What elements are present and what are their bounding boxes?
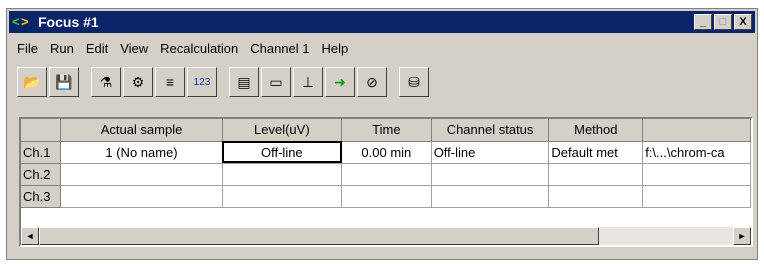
table-cell[interactable]: Off-line [222, 141, 343, 164]
main-window: < > Focus #1 _ □ X File Run Edit View Recalcu… [6, 8, 758, 260]
app-icon[interactable]: < > [12, 14, 34, 30]
row-header[interactable]: Ch.1 [21, 141, 62, 164]
menu-recalculation[interactable]: Recalculation [154, 41, 244, 56]
channel-table: Actual sample Level(uV) Time Channel status… [21, 119, 751, 208]
table-cell[interactable] [642, 163, 751, 186]
column-header[interactable]: Channel status [431, 119, 550, 142]
table-cell[interactable] [222, 163, 343, 186]
column-header[interactable] [642, 119, 751, 142]
maximize-button[interactable]: □ [714, 14, 732, 30]
table-cell[interactable] [431, 163, 550, 186]
toolbar: 📂 💾 ⚗ ⚙ ≡ 123 ▤ ▭ ⊥ ➜ ⊘ ⛁ [17, 65, 429, 99]
scroll-left-button[interactable]: ◄ [21, 227, 39, 245]
calibration-icon[interactable]: ⚙ [123, 67, 153, 97]
table-row[interactable]: Ch.1 1 (No name) Off-line 0.00 min Off-line D… [21, 141, 751, 164]
table-cell[interactable] [222, 185, 343, 208]
scroll-thumb[interactable] [39, 227, 599, 245]
table-cell[interactable]: 1 (No name) [60, 141, 223, 164]
table-row[interactable]: Ch.3 [21, 185, 751, 208]
run-arrow-icon[interactable]: ➜ [325, 67, 355, 97]
column-header[interactable]: Method [548, 119, 644, 142]
open-icon[interactable]: 📂 [17, 67, 47, 97]
table-cell[interactable] [341, 185, 432, 208]
column-header[interactable]: Time [341, 119, 432, 142]
table-icon[interactable]: 123 [187, 67, 217, 97]
menu-view[interactable]: View [114, 41, 154, 56]
table-cell[interactable]: 0.00 min [341, 141, 432, 164]
table-cell[interactable]: Default met [548, 141, 644, 164]
table-cell[interactable] [642, 185, 751, 208]
table-cell[interactable] [548, 163, 644, 186]
scroll-right-button[interactable]: ► [733, 227, 751, 245]
horizontal-scrollbar[interactable]: ◄ ► [21, 227, 751, 245]
row-header[interactable]: Ch.2 [21, 163, 62, 186]
menu-file[interactable]: File [11, 41, 44, 56]
menu-edit[interactable]: Edit [80, 41, 114, 56]
menu-help[interactable]: Help [316, 41, 355, 56]
monitor-icon[interactable]: ▭ [261, 67, 291, 97]
status-bar [9, 247, 755, 257]
table-cell[interactable] [548, 185, 644, 208]
table-cell[interactable]: Off-line [431, 141, 550, 164]
title-bar[interactable]: < > Focus #1 _ □ X [9, 11, 755, 33]
column-header[interactable]: Level(uV) [222, 119, 343, 142]
column-header[interactable]: Actual sample [60, 119, 223, 142]
save-icon[interactable]: 💾 [49, 67, 79, 97]
chromatogram-icon[interactable]: ≡ [155, 67, 185, 97]
scroll-track[interactable] [39, 227, 733, 245]
method-icon[interactable]: ⚗ [91, 67, 121, 97]
report-icon[interactable]: ▤ [229, 67, 259, 97]
instrument-icon[interactable]: ⊥ [293, 67, 323, 97]
row-header[interactable]: Ch.3 [21, 185, 62, 208]
sequence-icon[interactable]: ⛁ [399, 67, 429, 97]
menu-channel-1[interactable]: Channel 1 [244, 41, 315, 56]
table-cell[interactable] [60, 185, 223, 208]
table-cell[interactable] [60, 163, 223, 186]
table-cell[interactable] [431, 185, 550, 208]
table-cell[interactable] [341, 163, 432, 186]
table-cell[interactable]: f:\...\chrom-ca [642, 141, 751, 164]
stop-icon[interactable]: ⊘ [357, 67, 387, 97]
minimize-button[interactable]: _ [694, 14, 712, 30]
corner-header[interactable] [21, 119, 62, 142]
menu-run[interactable]: Run [44, 41, 80, 56]
table-row[interactable]: Ch.2 [21, 163, 751, 186]
close-button[interactable]: X [734, 14, 752, 30]
window-title: Focus #1 [38, 14, 99, 30]
channel-grid: Actual sample Level(uV) Time Channel status… [19, 117, 753, 247]
menu-bar: File Run Edit View Recalculation Channel 1 Hel… [11, 37, 354, 59]
